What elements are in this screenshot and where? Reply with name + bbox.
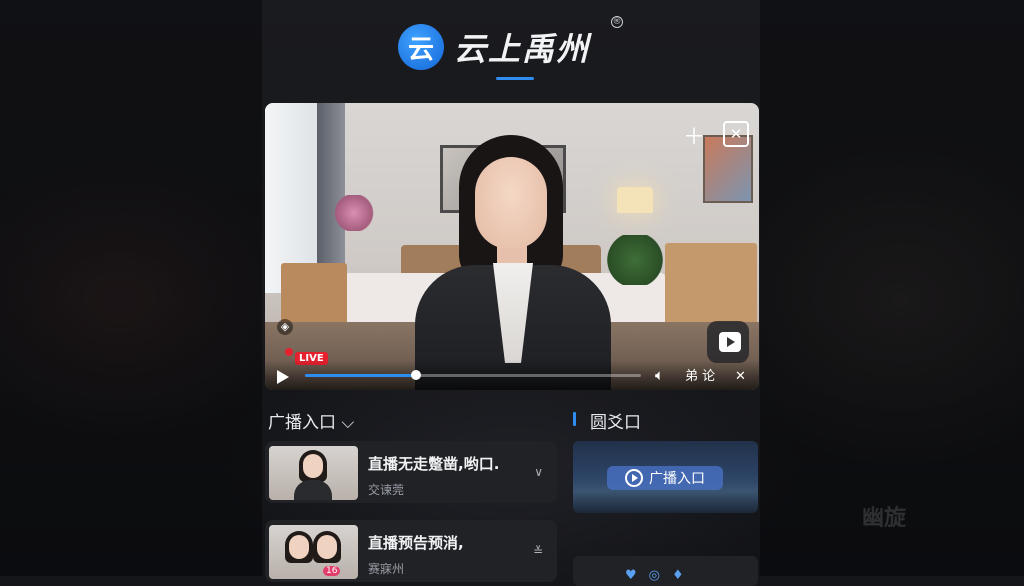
thumb-body [294, 480, 332, 500]
list-item-title: 直播预告预消, [368, 534, 464, 552]
list-item-title: 直播无走蹩凿,哟口. [368, 455, 500, 473]
scene-plant [605, 235, 665, 285]
broadcast-promo-card[interactable]: 广播入口 [573, 441, 758, 513]
brand-logo-icon: 云 [398, 24, 444, 70]
volume-icon[interactable]: 🔈︎ [655, 366, 664, 384]
registered-mark: ® [611, 16, 623, 28]
secondary-card[interactable]: ♥◎♦ [573, 556, 758, 586]
play-icon[interactable] [277, 370, 289, 384]
section-title-right: 圆爻口 [590, 413, 641, 433]
list-item[interactable]: 直播无走蹩凿,哟口. 交谏莞 ∨ [265, 441, 557, 503]
background-ghost-text: 幽旋 [861, 506, 906, 531]
list-item-badge: 16 [323, 566, 341, 576]
controls-text[interactable]: 弟 论 [685, 365, 715, 384]
video-controls-bar: 🔈︎ 弟 论 ✕ [265, 360, 759, 390]
video-player[interactable]: ＋ ✕ ◈ LIVE 🔈︎ 弟 论 ✕ [265, 103, 759, 390]
list-item-subtitle: 交谏莞 [368, 483, 405, 497]
diamond-icon[interactable]: ◈ [277, 319, 293, 335]
active-underline [496, 77, 534, 80]
section-title-broadcast[interactable]: 广播入口 ⌵ [268, 408, 354, 433]
brand-header: 云 云上禹州 ® [398, 16, 623, 70]
broadcast-entry-label: 广播入口 [649, 471, 705, 487]
broadcast-entry-button[interactable]: 广播入口 [607, 466, 723, 490]
add-icon[interactable]: ＋ [683, 119, 705, 151]
live-dot-icon [285, 348, 293, 356]
progress-handle[interactable] [410, 370, 421, 380]
list-item[interactable]: 16 直播预告预消, 赛寐州 ≚ [265, 520, 557, 582]
close-icon[interactable]: ✕ [723, 121, 749, 147]
presenter-face [475, 157, 547, 249]
section-accent-bar [573, 412, 576, 426]
progress-slider[interactable] [305, 370, 641, 380]
scene-lamp [617, 187, 653, 213]
list-item-thumbnail [269, 446, 358, 500]
list-item-subtitle: 赛寐州 [368, 562, 405, 576]
chevron-double-icon[interactable]: ≚ [533, 544, 543, 558]
left-dim-panel [0, 0, 262, 576]
video-play-overlay-button[interactable] [707, 321, 749, 363]
thumb-face [303, 454, 323, 478]
chevron-down-icon[interactable]: ∨ [534, 465, 543, 479]
thumb-face [289, 535, 309, 559]
play-overlay-icon [719, 332, 741, 352]
play-circle-icon [625, 469, 643, 487]
right-dim-panel [760, 0, 1024, 576]
scene-flowers [329, 195, 379, 231]
fullscreen-icon[interactable]: ✕ [735, 369, 746, 384]
list-item-thumbnail: 16 [269, 525, 358, 579]
presenter-figure [415, 135, 611, 390]
brand-name: 云上禹州 [454, 30, 591, 68]
thumb-face [317, 535, 337, 559]
scene-nightstand [281, 263, 347, 325]
progress-fill [305, 374, 416, 377]
